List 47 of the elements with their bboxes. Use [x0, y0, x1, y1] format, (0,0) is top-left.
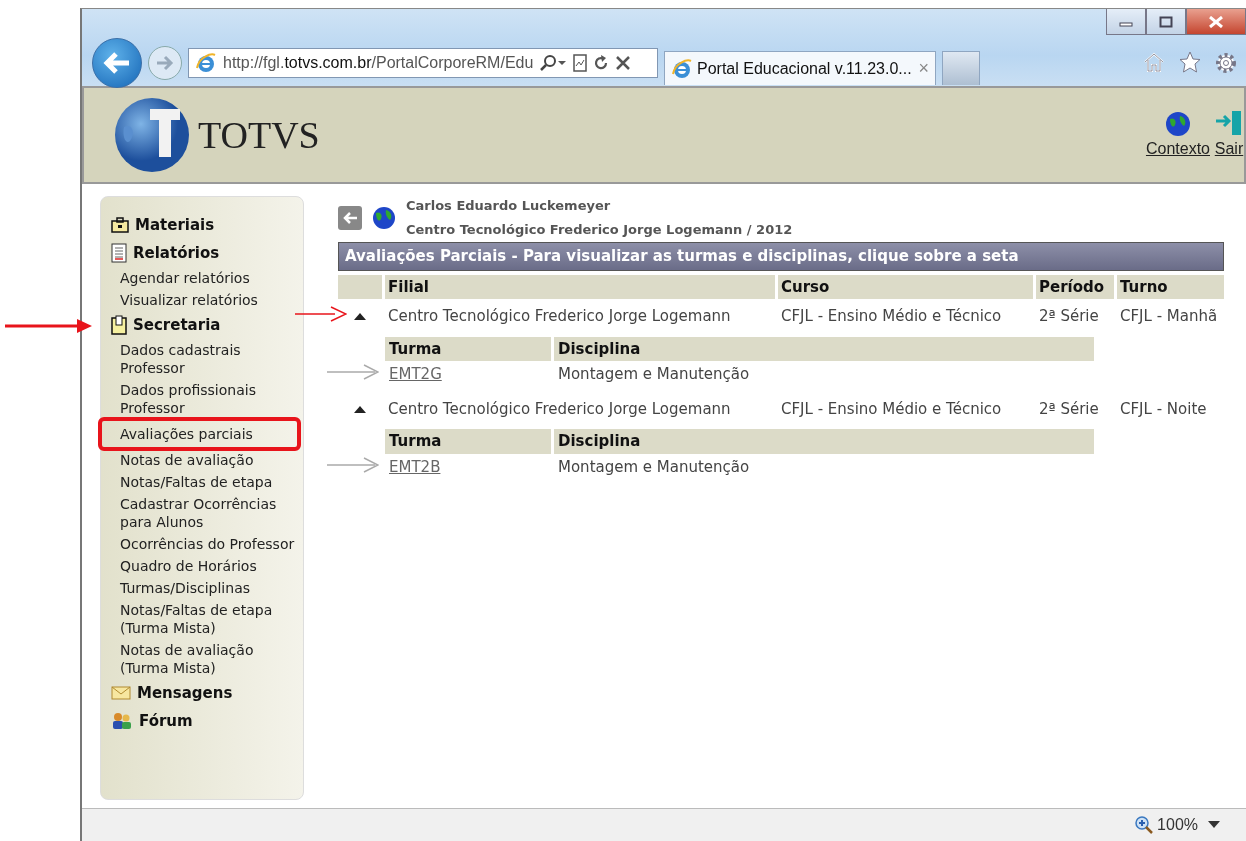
section-heading[interactable]: Materiais — [135, 213, 215, 237]
school-name: Centro Tecnológico Frederico Jorge Logemann / 2012 — [406, 220, 793, 239]
table-cell-text: Centro Tecnológico Frederico Jorge Logemann — [387, 306, 732, 327]
header-link[interactable]: Contexto — [1145, 111, 1210, 161]
header-link[interactable]: Sair — [1214, 109, 1244, 161]
browser-tab[interactable]: Portal Educacional v.11.23.0... × — [664, 51, 936, 85]
table-cell-text: CFJL - Manhã — [1119, 306, 1219, 327]
sidebar-link[interactable]: Avaliações parciais — [98, 417, 301, 451]
table-cell-text: Montagem e Manutenção — [557, 456, 751, 478]
table-cell-text: CFJL - Ensino Médio e Técnico — [780, 398, 1003, 420]
table-cell-text: 2ª Série — [1038, 306, 1100, 327]
section-heading[interactable]: Fórum — [139, 709, 193, 733]
table-cell-text: Centro Tecnológico Frederico Jorge Logemann — [387, 398, 732, 420]
class-link[interactable]: EMT2G — [389, 365, 442, 383]
column-header: Filial — [385, 274, 775, 299]
section-title-bar: Avaliações Parciais - Para visualizar as turmas e disciplinas, clique sobre a seta — [338, 242, 1224, 271]
sidebar-link[interactable]: Notas/Faltas de etapa (Turma Mista) — [111, 601, 303, 637]
sidebar-link[interactable]: Quadro de Horários — [111, 557, 303, 575]
sidebar-link[interactable]: Dados profissionais Professor — [111, 381, 303, 417]
zoom-control[interactable]: 100% — [1135, 813, 1198, 837]
sidebar-link[interactable]: Agendar relatórios — [111, 269, 303, 287]
class-link[interactable]: EMT2B — [389, 457, 441, 476]
table-cell-text: Montagem e Manutenção — [557, 364, 751, 385]
column-header: Curso — [778, 274, 1033, 299]
sidebar-link[interactable]: Ocorrências do Professor — [111, 535, 303, 553]
sidebar-link[interactable]: Cadastrar Ocorrências para Alunos — [111, 495, 303, 531]
sidebar-link[interactable]: Notas de avaliação — [111, 451, 303, 469]
sidebar-link[interactable]: Notas de avaliação (Turma Mista) — [111, 641, 303, 677]
sidebar-link[interactable]: Visualizar relatórios — [111, 291, 303, 309]
sidebar-link[interactable]: Notas/Faltas de etapa — [111, 473, 303, 491]
address-bar[interactable]: http://fgl.totvs.com.br/PortalCorporeRM/Edu — [188, 48, 658, 78]
section-heading[interactable]: Secretaria — [133, 313, 221, 337]
table-cell-text: CFJL - Ensino Médio e Técnico — [780, 306, 1003, 327]
table-cell-text: 2ª Série — [1038, 398, 1100, 420]
table-cell-text: CFJL - Noite — [1119, 398, 1208, 420]
sidebar-link[interactable]: Turmas/Disciplinas — [111, 579, 303, 597]
column-header: Disciplina — [554, 336, 1094, 361]
column-header: Disciplina — [554, 429, 1094, 454]
column-header: Turma — [385, 429, 551, 454]
column-header: Turno — [1117, 274, 1224, 299]
section-heading[interactable]: Mensagens — [137, 681, 233, 705]
sidebar-link[interactable]: Dados cadastrais Professor — [111, 341, 303, 377]
column-header: Período — [1036, 274, 1114, 299]
brand-name: TOTVS — [198, 112, 320, 158]
column-header: Turma — [385, 336, 551, 361]
section-heading[interactable]: Relatórios — [133, 241, 220, 265]
user-name: Carlos Eduardo Luckemeyer — [406, 197, 612, 215]
